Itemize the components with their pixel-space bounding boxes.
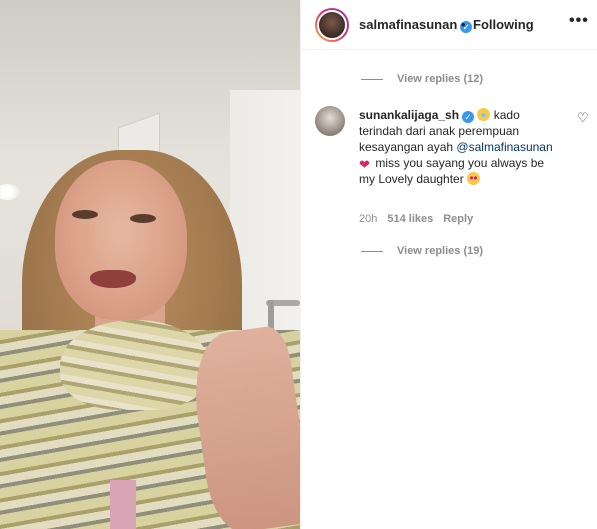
comment-text-part2: miss you sayang you always be my Lovely … [359,156,545,186]
pink-top [110,480,136,529]
person-face [55,160,187,320]
reply-button[interactable]: Reply [443,213,473,225]
author-username-text[interactable]: salmafinasunan [359,17,457,32]
verified-badge-icon: ✓ [462,111,475,123]
author-avatar[interactable] [317,10,347,40]
crying-face-emoji-icon [477,108,491,121]
view-replies-top[interactable]: View replies (12) [361,73,483,85]
person-eye-left [72,210,98,219]
heart-eyes-emoji-icon [467,172,481,185]
comment-likes[interactable]: 514 likes [387,213,433,225]
heart-outline-icon[interactable]: ♡ [577,110,589,126]
red-heart-emoji-icon: ❤ [359,157,370,172]
comment-body: sunankalijaga_sh ✓ kado terindah dari ana… [359,107,554,187]
view-replies-bottom-label[interactable]: View replies (19) [397,245,483,257]
person-eye-right [130,214,156,223]
comment-mention[interactable]: @salmafinasunan [456,140,552,154]
view-replies-bottom[interactable]: View replies (19) [361,245,483,257]
comments-panel: salmafinasunan ✓ • Following ••• View rep… [300,0,597,529]
sweater-collar [60,320,210,410]
more-options-icon[interactable]: ••• [569,12,589,30]
instagram-post: salmafinasunan ✓ • Following ••• View rep… [0,0,597,529]
following-button[interactable]: Following [473,17,534,32]
commenter-username[interactable]: sunankalijaga_sh [359,108,459,122]
comment-meta: 20h 514 likes Reply [359,213,473,225]
post-video-frame[interactable] [0,0,300,529]
ceiling-light [0,184,20,200]
commenter-avatar[interactable] [315,106,345,136]
comment-time[interactable]: 20h [359,213,377,225]
author-username[interactable]: salmafinasunan ✓ [359,17,473,33]
story-ring[interactable] [315,8,349,42]
view-replies-top-label[interactable]: View replies (12) [397,73,483,85]
replies-divider [361,78,383,80]
header-separator: • [461,17,466,32]
post-header: salmafinasunan ✓ • Following ••• [301,0,597,50]
replies-divider [361,250,383,252]
person-mouth [90,270,136,288]
